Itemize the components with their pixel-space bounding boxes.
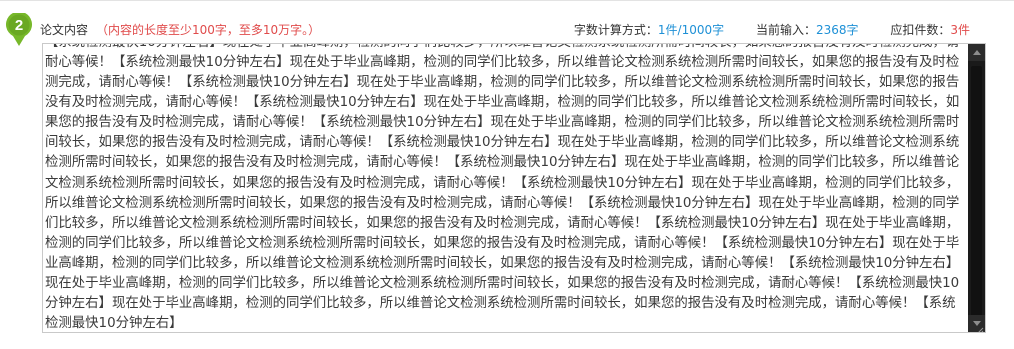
pieces-deducted: 应扣件数：3件 [890,23,970,37]
paper-content-text[interactable]: 【系统检测最快10分钟左右】现在处于毕业高峰期，检测的同学们比较多，所以维普论文… [45,44,963,332]
count-mode: 字数计算方式：1件/1000字 [574,23,724,37]
scrollbar-thumb[interactable] [971,66,982,316]
length-hint: （内容的长度至少100字，至多10万字。） [96,23,321,37]
pieces-deducted-label: 应扣件数： [890,23,951,37]
count-mode-value: 1件/1000字 [657,23,725,37]
resize-grip-icon[interactable] [974,321,984,332]
field-header: 论文内容 （内容的长度至少100字，至多10万字。） 字数计算方式：1件/100… [40,22,970,38]
paper-content-textarea[interactable]: 【系统检测最快10分钟左右】现在处于毕业高峰期，检测的同学们比较多，所以维普论文… [42,43,986,333]
count-mode-label: 字数计算方式： [573,23,658,37]
arrow-up-icon[interactable] [968,44,985,61]
field-title: 论文内容 [40,23,89,37]
current-input: 当前输入：2368字 [756,23,859,37]
step-number-pin-icon: 2 [4,13,34,47]
word-count-stats: 字数计算方式：1件/1000字 当前输入：2368字 应扣件数：3件 [546,22,970,38]
top-divider [0,0,1014,1]
current-input-label: 当前输入： [755,23,816,37]
step-number: 2 [15,17,23,34]
pieces-deducted-value: 3件 [950,23,970,37]
vertical-scrollbar[interactable] [968,44,985,332]
current-input-value: 2368字 [815,23,859,37]
